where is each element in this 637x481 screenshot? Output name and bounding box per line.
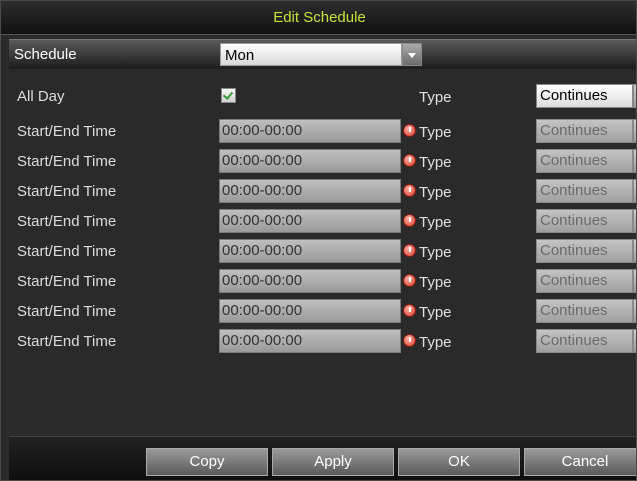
clock-icon[interactable] xyxy=(403,334,416,347)
type-label: Type xyxy=(419,244,452,261)
type-select[interactable]: Continues xyxy=(536,119,636,143)
type-select[interactable]: Continues xyxy=(536,179,636,203)
type-value: Continues xyxy=(536,119,633,143)
time-range-input[interactable]: 00:00-00:00 xyxy=(219,329,401,353)
type-dropdown-button[interactable] xyxy=(633,329,636,353)
type-value: Continues xyxy=(536,329,633,353)
type-value: Continues xyxy=(536,179,633,203)
start-end-time-label: Start/End Time xyxy=(17,333,117,350)
schedule-content: All Day Type Continues Start/End Time 00… xyxy=(9,71,636,436)
dialog-footer: Copy Apply OK Cancel xyxy=(9,436,636,480)
schedule-row: Schedule Mon xyxy=(9,39,636,69)
time-row: Start/End Time 00:00-00:00 Type Continue… xyxy=(9,266,636,296)
start-end-time-label: Start/End Time xyxy=(17,123,117,140)
check-icon xyxy=(222,89,234,100)
type-value: Continues xyxy=(536,239,633,263)
time-row: Start/End Time 00:00-00:00 Type Continue… xyxy=(9,296,636,326)
time-row: Start/End Time 00:00-00:00 Type Continue… xyxy=(9,116,636,146)
dialog-title: Edit Schedule xyxy=(1,1,636,35)
type-label: Type xyxy=(419,184,452,201)
time-range-input[interactable]: 00:00-00:00 xyxy=(219,209,401,233)
clock-icon[interactable] xyxy=(403,304,416,317)
type-label: Type xyxy=(419,214,452,231)
type-dropdown-button[interactable] xyxy=(633,149,636,173)
type-label: Type xyxy=(419,304,452,321)
all-day-checkbox[interactable] xyxy=(221,88,236,103)
clock-icon[interactable] xyxy=(403,184,416,197)
type-value: Continues xyxy=(536,299,633,323)
copy-button[interactable]: Copy xyxy=(146,448,268,476)
type-value: Continues xyxy=(536,269,633,293)
type-dropdown-button[interactable] xyxy=(633,239,636,263)
type-label: Type xyxy=(419,334,452,351)
time-range-input[interactable]: 00:00-00:00 xyxy=(219,239,401,263)
clock-icon[interactable] xyxy=(403,124,416,137)
type-select[interactable]: Continues xyxy=(536,269,636,293)
start-end-time-label: Start/End Time xyxy=(17,273,117,290)
schedule-day-select[interactable]: Mon xyxy=(220,43,422,66)
all-day-label: All Day xyxy=(17,88,65,105)
schedule-dropdown-button[interactable] xyxy=(402,43,422,66)
start-end-time-label: Start/End Time xyxy=(17,303,117,320)
type-select[interactable]: Continues xyxy=(536,209,636,233)
time-range-input[interactable]: 00:00-00:00 xyxy=(219,269,401,293)
type-dropdown-button[interactable] xyxy=(633,179,636,203)
type-label: Type xyxy=(419,89,452,106)
type-select[interactable]: Continues xyxy=(536,329,636,353)
type-select[interactable]: Continues xyxy=(536,149,636,173)
type-value: Continues xyxy=(536,84,633,108)
type-dropdown-button[interactable] xyxy=(633,209,636,233)
ok-button[interactable]: OK xyxy=(398,448,520,476)
type-label: Type xyxy=(419,154,452,171)
all-day-type-select[interactable]: Continues xyxy=(536,84,636,108)
edit-schedule-dialog: Edit Schedule Schedule Mon All Day Type … xyxy=(0,0,637,481)
type-value: Continues xyxy=(536,149,633,173)
time-range-input[interactable]: 00:00-00:00 xyxy=(219,299,401,323)
time-row: Start/End Time 00:00-00:00 Type Continue… xyxy=(9,176,636,206)
time-row: Start/End Time 00:00-00:00 Type Continue… xyxy=(9,206,636,236)
type-select[interactable]: Continues xyxy=(536,299,636,323)
type-label: Type xyxy=(419,274,452,291)
type-select[interactable]: Continues xyxy=(536,239,636,263)
clock-icon[interactable] xyxy=(403,154,416,167)
time-range-input[interactable]: 00:00-00:00 xyxy=(219,149,401,173)
schedule-day-value: Mon xyxy=(220,43,402,66)
time-row: Start/End Time 00:00-00:00 Type Continue… xyxy=(9,146,636,176)
time-row: Start/End Time 00:00-00:00 Type Continue… xyxy=(9,326,636,356)
clock-icon[interactable] xyxy=(403,274,416,287)
type-value: Continues xyxy=(536,209,633,233)
all-day-row: All Day Type Continues xyxy=(9,81,636,111)
start-end-time-label: Start/End Time xyxy=(17,243,117,260)
chevron-down-icon xyxy=(408,53,416,58)
time-range-input[interactable]: 00:00-00:00 xyxy=(219,179,401,203)
type-dropdown-button[interactable] xyxy=(633,84,636,108)
clock-icon[interactable] xyxy=(403,214,416,227)
start-end-time-label: Start/End Time xyxy=(17,183,117,200)
schedule-label: Schedule xyxy=(14,46,77,63)
time-range-input[interactable]: 00:00-00:00 xyxy=(219,119,401,143)
start-end-time-label: Start/End Time xyxy=(17,153,117,170)
type-label: Type xyxy=(419,124,452,141)
time-row: Start/End Time 00:00-00:00 Type Continue… xyxy=(9,236,636,266)
cancel-button[interactable]: Cancel xyxy=(524,448,636,476)
type-dropdown-button[interactable] xyxy=(633,299,636,323)
clock-icon[interactable] xyxy=(403,244,416,257)
start-end-time-label: Start/End Time xyxy=(17,213,117,230)
type-dropdown-button[interactable] xyxy=(633,269,636,293)
apply-button[interactable]: Apply xyxy=(272,448,394,476)
type-dropdown-button[interactable] xyxy=(633,119,636,143)
